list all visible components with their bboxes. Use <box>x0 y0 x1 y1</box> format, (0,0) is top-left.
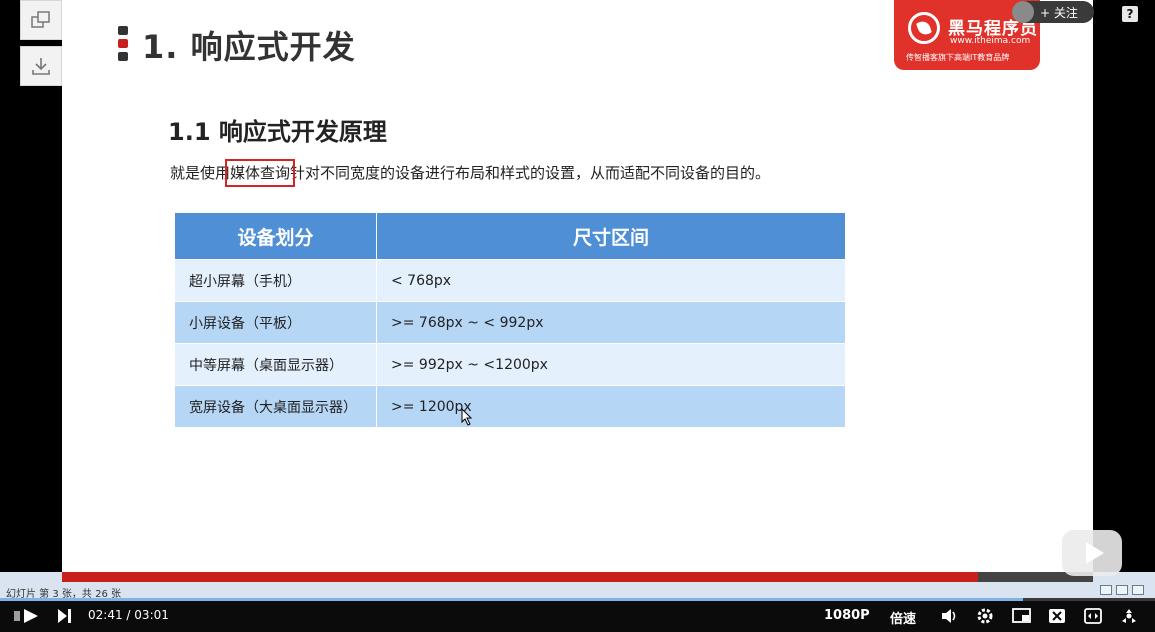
bilibili-watermark-icon <box>1062 530 1122 576</box>
follow-label: + 关注 <box>1040 5 1078 20</box>
follow-button[interactable]: + 关注 <box>1012 1 1094 23</box>
desc-highlight: 媒体查询 <box>225 159 296 187</box>
slide-footer-red-bar <box>62 572 978 582</box>
time-separator: / <box>126 608 131 622</box>
table-row: 小屏设备（平板） >= 768px ~ < 992px <box>174 301 846 344</box>
device-cell: 小屏设备（平板） <box>174 301 377 344</box>
range-cell: >= 992px ~ <1200px <box>376 343 846 386</box>
title-bullet-bottom <box>118 52 128 61</box>
widescreen-icon[interactable] <box>1084 607 1102 625</box>
logo-url: www.itheima.com <box>950 36 1031 46</box>
desc-after: 针对不同宽度的设备进行布局和样式的设置，从而适配不同设备的目的。 <box>290 164 771 182</box>
desc-before: 就是使用 <box>170 164 231 182</box>
total-time: 03:01 <box>134 608 169 622</box>
table-header-row: 设备划分 尺寸区间 <box>174 212 846 260</box>
title-bullet-top <box>118 26 128 35</box>
device-cell: 宽屏设备（大桌面显示器） <box>174 385 377 428</box>
settings-gear-icon[interactable] <box>976 607 994 625</box>
speed-button[interactable]: 倍速 <box>890 608 916 627</box>
table-row: 中等屏幕（桌面显示器） >= 992px ~ <1200px <box>174 343 846 386</box>
download-button[interactable] <box>20 46 62 86</box>
volume-icon[interactable] <box>940 607 958 625</box>
range-cell: < 768px <box>376 259 846 302</box>
slide: 1. 响应式开发 黑马程序员 www.itheima.com 传智播客旗下高端I… <box>62 0 1093 572</box>
mouse-cursor-icon <box>461 408 473 426</box>
range-cell: >= 1200px <box>376 385 846 428</box>
title-bullet-middle <box>118 39 128 48</box>
next-icon[interactable] <box>56 607 72 625</box>
close-danmaku-icon[interactable] <box>1048 607 1066 625</box>
playback-time: 02:41 / 03:01 <box>88 608 169 622</box>
header-range: 尺寸区间 <box>376 212 846 260</box>
horse-logo-icon <box>908 12 940 44</box>
window-icon-button[interactable] <box>20 0 62 40</box>
quality-button[interactable]: 1080P <box>824 608 870 623</box>
help-button[interactable]: ? <box>1122 6 1138 22</box>
device-cell: 中等屏幕（桌面显示器） <box>174 343 377 386</box>
window-icon <box>31 11 50 28</box>
logo-tagline: 传智播客旗下高端IT教育品牌 <box>906 53 1010 62</box>
header-device: 设备划分 <box>174 212 377 260</box>
avatar <box>1012 1 1034 23</box>
device-size-table: 设备划分 尺寸区间 超小屏幕（手机） < 768px 小屏设备（平板） >= 7… <box>174 212 846 428</box>
table-row: 宽屏设备（大桌面显示器） >= 1200px <box>174 385 846 428</box>
normal-view-icon[interactable] <box>1100 585 1112 595</box>
range-cell: >= 768px ~ < 992px <box>376 301 846 344</box>
picture-in-picture-icon[interactable] <box>1012 607 1032 625</box>
download-icon <box>32 58 50 75</box>
table-row: 超小屏幕（手机） < 768px <box>174 259 846 302</box>
fullscreen-icon[interactable] <box>1119 606 1139 626</box>
progress-played <box>0 598 1024 601</box>
reading-view-icon[interactable] <box>1132 585 1144 595</box>
device-cell: 超小屏幕（手机） <box>174 259 377 302</box>
current-time: 02:41 <box>88 608 123 622</box>
slide-title: 1. 响应式开发 <box>142 28 356 66</box>
play-icon[interactable] <box>14 607 40 625</box>
sorter-view-icon[interactable] <box>1116 585 1128 595</box>
slide-subtitle: 1.1 响应式开发原理 <box>168 118 387 146</box>
slide-description: 就是使用媒体查询针对不同宽度的设备进行布局和样式的设置，从而适配不同设备的目的。 <box>170 159 771 187</box>
